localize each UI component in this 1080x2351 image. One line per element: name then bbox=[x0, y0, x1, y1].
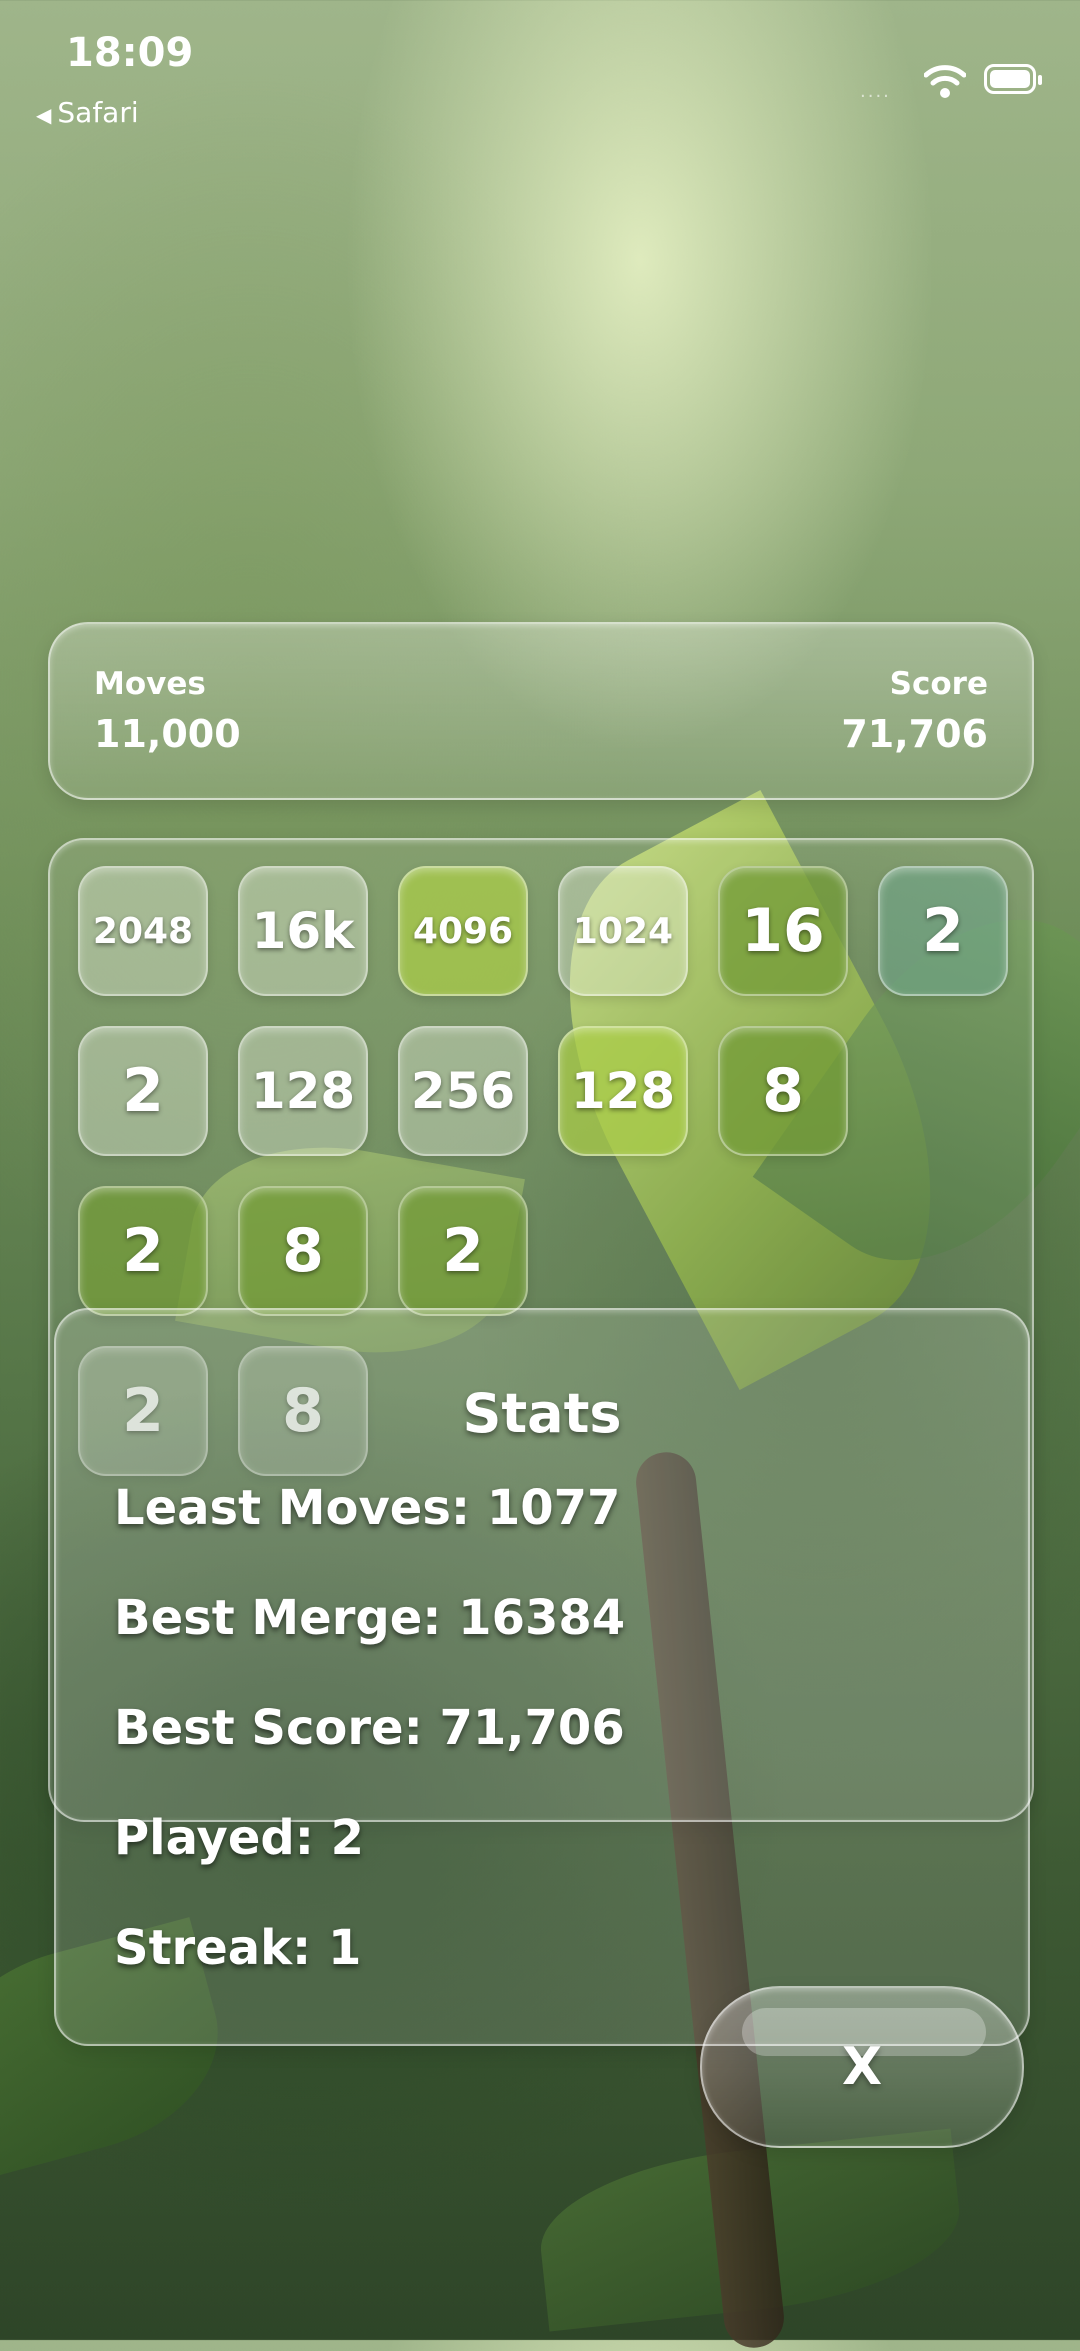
stats-title: Stats bbox=[462, 1382, 622, 1445]
board-tile: 16k bbox=[238, 866, 368, 996]
board-tile: 256 bbox=[398, 1026, 528, 1156]
back-arrow-icon: ◀ bbox=[36, 103, 52, 127]
board-tile: 2 bbox=[78, 1186, 208, 1316]
stats-panel: Stats Least Moves: 1077 Best Merge: 1638… bbox=[54, 1308, 1030, 2046]
cellular-signal-icon: ···· bbox=[860, 86, 891, 107]
board-tile: 128 bbox=[558, 1026, 688, 1156]
board-tile: 2 bbox=[398, 1186, 528, 1316]
board-tile: 4096 bbox=[398, 866, 528, 996]
board-tile: 128 bbox=[238, 1026, 368, 1156]
game-header: Moves 11,000 Score 71,706 bbox=[48, 622, 1034, 800]
board-tile: 16 bbox=[718, 866, 848, 996]
status-bar: 18:09 ◀ Safari ···· bbox=[0, 0, 1080, 130]
wifi-icon bbox=[924, 65, 966, 98]
close-button-label: X bbox=[841, 2037, 883, 2097]
least-moves-stat: Least Moves: 1077 bbox=[114, 1480, 621, 1536]
score-label: Score bbox=[889, 666, 988, 702]
moves-value: 11,000 bbox=[94, 712, 241, 756]
back-label: Safari bbox=[57, 96, 139, 129]
streak-stat: Streak: 1 bbox=[114, 1920, 362, 1976]
board-tile: 2 bbox=[78, 1026, 208, 1156]
status-time: 18:09 bbox=[66, 30, 194, 76]
score-value: 71,706 bbox=[841, 712, 988, 756]
best-merge-stat: Best Merge: 16384 bbox=[114, 1590, 626, 1646]
battery-icon bbox=[984, 64, 1042, 94]
moves-label: Moves bbox=[94, 666, 206, 702]
board-tile: 8 bbox=[238, 1186, 368, 1316]
board-tile: 2048 bbox=[78, 866, 208, 996]
back-to-safari-link[interactable]: ◀ Safari bbox=[36, 96, 139, 129]
played-stat: Played: 2 bbox=[114, 1810, 365, 1866]
board-tile: 2 bbox=[878, 866, 1008, 996]
best-score-stat: Best Score: 71,706 bbox=[114, 1700, 625, 1756]
close-stats-button[interactable]: X bbox=[700, 1986, 1024, 2148]
board-tile: 8 bbox=[718, 1026, 848, 1156]
board-tile: 1024 bbox=[558, 866, 688, 996]
